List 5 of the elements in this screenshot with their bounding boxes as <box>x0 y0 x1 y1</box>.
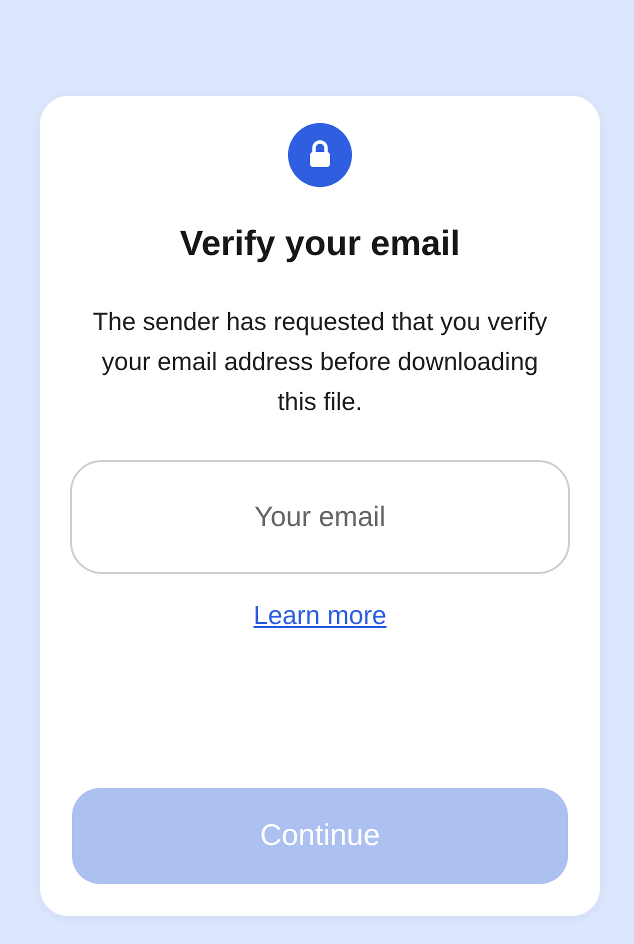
email-field[interactable]: Your email <box>70 460 570 574</box>
learn-more-link[interactable]: Learn more <box>254 599 386 631</box>
lock-icon <box>288 123 352 187</box>
dialog-title: Verify your email <box>180 223 460 265</box>
description-text: The sender has requested that you verify your email address before downloading this file. <box>92 307 548 418</box>
